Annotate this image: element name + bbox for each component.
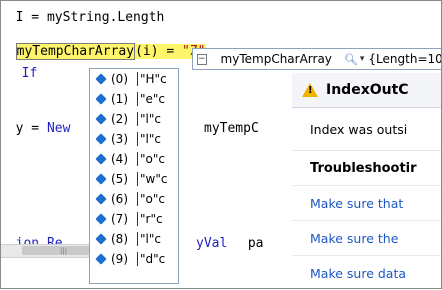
exception-helper: ! IndexOutC Index was outsi Troubleshoot… — [292, 73, 442, 289]
list-item[interactable]: (6) "o"c — [90, 189, 178, 209]
item-index: (3) — [111, 132, 128, 146]
list-item[interactable]: (3) "l"c — [90, 129, 178, 149]
item-value: "d"c — [140, 252, 166, 266]
datatip-value: {Length=10} — [368, 52, 442, 66]
horizontal-scrollbar[interactable]: ||| — [0, 244, 93, 258]
item-index: (6) — [111, 192, 128, 206]
exception-message: Index was outsi — [292, 108, 442, 151]
keyword-new: New — [46, 121, 71, 136]
scroll-grip-icon: ||| — [60, 247, 68, 255]
field-icon — [95, 73, 107, 85]
item-value: "o"c — [140, 152, 165, 166]
divider — [137, 252, 138, 266]
list-item[interactable]: (2) "l"c — [90, 109, 178, 129]
item-index: (8) — [111, 232, 128, 246]
list-item[interactable]: (4) "o"c — [90, 149, 178, 169]
field-icon — [95, 113, 107, 125]
list-item[interactable]: (0) "H"c — [90, 69, 178, 89]
item-index: (4) — [111, 152, 128, 166]
keyword-byval: yVal — [196, 236, 228, 251]
item-index: (5) — [111, 172, 128, 186]
item-value: "o"c — [140, 192, 165, 206]
troubleshooting-link[interactable]: Make sure data — [292, 255, 442, 290]
divider — [137, 152, 138, 166]
code-line-3: If — [6, 50, 38, 82]
datatip-variable-name: myTempCharArray — [220, 52, 332, 66]
item-value: "w"c — [140, 172, 168, 186]
collapse-icon[interactable]: − — [197, 53, 207, 65]
field-icon — [95, 173, 107, 185]
list-item[interactable]: (8) "l"c — [90, 229, 178, 249]
field-icon — [95, 193, 107, 205]
divider — [137, 232, 138, 246]
item-index: (0) — [111, 72, 128, 86]
item-value: "H"c — [140, 72, 167, 86]
item-index: (1) — [111, 92, 128, 106]
scrollbar-thumb[interactable] — [22, 246, 92, 255]
divider — [137, 132, 138, 146]
divider — [137, 72, 138, 86]
item-index: (9) — [111, 252, 128, 266]
troubleshooting-link[interactable]: Make sure that — [292, 185, 442, 220]
divider — [137, 112, 138, 126]
field-icon — [95, 153, 107, 165]
field-icon — [95, 213, 107, 225]
divider — [137, 172, 138, 186]
divider — [137, 212, 138, 226]
item-value: "l"c — [140, 132, 161, 146]
magnifier-icon[interactable]: 🔍︎ — [344, 53, 358, 66]
code-text: I = myString.Length — [15, 10, 165, 25]
visualizer-dropdown[interactable]: ▾ — [360, 54, 365, 64]
code-text: myTempC — [204, 121, 259, 136]
divider — [137, 92, 138, 106]
code-text: y = — [15, 121, 47, 136]
item-index: (7) — [111, 212, 128, 226]
field-icon — [95, 93, 107, 105]
list-item[interactable]: (7) "r"c — [90, 209, 178, 229]
item-value: "l"c — [140, 232, 161, 246]
field-icon — [95, 253, 107, 265]
item-value: "r"c — [140, 212, 163, 226]
item-index: (2) — [111, 112, 128, 126]
list-item[interactable]: (5) "w"c — [90, 169, 178, 189]
exception-type: IndexOutC — [326, 82, 409, 98]
troubleshooting-link[interactable]: Make sure the — [292, 220, 442, 255]
exception-title-bar: ! IndexOutC — [292, 73, 442, 108]
field-icon — [211, 56, 218, 62]
item-value: "e"c — [140, 92, 166, 106]
code-text: (i) = — [135, 44, 183, 59]
list-item[interactable]: (9) "d"c — [90, 249, 178, 269]
code-text: pa — [240, 236, 264, 251]
code-line-4: y = New myTempC — [0, 105, 259, 137]
datatip-header: − myTempCharArray 🔍︎ ▾ {Length=10} — [192, 48, 442, 70]
field-icon — [95, 133, 107, 145]
code-line-1: I = myString.Length — [0, 0, 165, 26]
warning-icon: ! — [302, 83, 318, 97]
field-icon — [95, 233, 107, 245]
datatip-element-list: (0) "H"c (1) "e"c (2) "l"c (3) "l"c (4) "o"c … — [89, 68, 179, 284]
keyword-if: If — [21, 66, 38, 81]
troubleshooting-heading: Troubleshootir — [310, 160, 417, 176]
divider — [137, 192, 138, 206]
item-value: "l"c — [140, 112, 161, 126]
list-item[interactable]: (1) "e"c — [90, 89, 178, 109]
